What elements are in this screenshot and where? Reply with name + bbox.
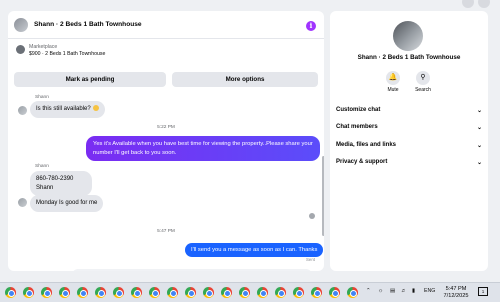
chrome-taskbar-icon[interactable]: [131, 287, 142, 298]
mark-as-pending-button[interactable]: Mark as pending: [14, 72, 166, 87]
name-text: Shann: [36, 184, 54, 191]
message-input[interactable]: Aa: [72, 269, 312, 271]
section-chat-members[interactable]: Chat members ⌄: [336, 124, 482, 134]
message-outgoing[interactable]: I'll send you a message as soon as I can…: [185, 243, 324, 257]
message-list: Shann Is this still available? 5:22 PM Y…: [8, 90, 324, 266]
browser-top-strip: [0, 0, 500, 8]
chrome-taskbar-icon[interactable]: [257, 287, 268, 298]
more-options-button[interactable]: More options: [172, 72, 318, 87]
timestamp: 5:22 PM: [157, 125, 175, 130]
mute-label: Mute: [387, 87, 399, 93]
contact-avatar-small: [18, 198, 27, 207]
timestamp: 5:47 PM: [157, 229, 175, 234]
sender-name: Shann: [35, 164, 49, 169]
search-icon[interactable]: ⚲: [416, 71, 430, 85]
notification-icon[interactable]: 1: [478, 287, 488, 296]
seen-avatar: [309, 213, 315, 219]
listing-title[interactable]: $900 · 2 Beds 1 Bath Townhouse: [29, 51, 105, 57]
section-media-files-links[interactable]: Media, files and links ⌄: [336, 142, 482, 152]
marketplace-banner: Marketplace $900 · 2 Beds 1 Bath Townhou…: [8, 40, 324, 72]
message-incoming[interactable]: Is this still available?: [30, 101, 105, 118]
mute-action[interactable]: 🔔 Mute: [378, 71, 408, 93]
sender-name: Shann: [35, 95, 49, 100]
chrome-taskbar-icon[interactable]: [203, 287, 214, 298]
chevron-down-icon: ⌄: [476, 125, 482, 131]
chrome-taskbar-icon[interactable]: [311, 287, 322, 298]
chevron-down-icon: ⌄: [476, 143, 482, 149]
phone-number-text: 860-780-2390: [36, 176, 74, 182]
chrome-taskbar-icon[interactable]: [5, 287, 16, 298]
language-indicator[interactable]: ENG: [424, 288, 435, 294]
chrome-taskbar-icon[interactable]: [167, 287, 178, 298]
bell-icon[interactable]: 🔔: [386, 71, 400, 85]
info-icon[interactable]: i: [306, 21, 316, 31]
volume-icon[interactable]: ♬: [401, 288, 407, 294]
listing-thumbnail[interactable]: [16, 45, 25, 54]
section-label: Privacy & support: [336, 159, 388, 165]
sent-status: Sent: [306, 257, 316, 262]
chrome-taskbar-icon[interactable]: [347, 287, 358, 298]
conversation-details-panel: Shann · 2 Beds 1 Bath Townhouse 🔔 Mute ⚲…: [330, 11, 488, 271]
composer: Aa: [8, 266, 324, 271]
section-label: Customize chat: [336, 107, 381, 113]
section-privacy-support[interactable]: Privacy & support ⌄: [336, 159, 482, 169]
message-incoming[interactable]: 860-780-2390 Shann: [30, 171, 92, 196]
chrome-taskbar-icon[interactable]: [329, 287, 340, 298]
message-incoming[interactable]: Monday Is good for me: [30, 195, 104, 212]
chat-window: Shann · 2 Beds 1 Bath Townhouse i Market…: [8, 11, 324, 271]
chrome-taskbar-icon[interactable]: [23, 287, 34, 298]
chrome-taskbar-icon[interactable]: [221, 287, 232, 298]
chrome-taskbar-icon[interactable]: [149, 287, 160, 298]
contact-avatar[interactable]: [13, 17, 29, 33]
chrome-taskbar-icon[interactable]: [185, 287, 196, 298]
section-label: Media, files and links: [336, 142, 397, 148]
network-icon[interactable]: ▤: [390, 288, 395, 294]
clock-date: 7/12/2025: [443, 293, 469, 299]
section-label: Chat members: [336, 124, 378, 130]
search-label: Search: [415, 87, 431, 93]
chat-header: Shann · 2 Beds 1 Bath Townhouse i: [8, 11, 324, 39]
chrome-taskbar-icon[interactable]: [293, 287, 304, 298]
chrome-taskbar-icon[interactable]: [41, 287, 52, 298]
scrollbar-thumb[interactable]: [322, 156, 324, 236]
smile-emoji-icon: [92, 105, 99, 111]
chrome-taskbar-icon[interactable]: [239, 287, 250, 298]
scrollbar[interactable]: [322, 90, 324, 262]
clock-time: 5:47 PM: [445, 286, 467, 292]
chrome-taskbar-icon[interactable]: [113, 287, 124, 298]
chevron-down-icon: ⌄: [476, 108, 482, 114]
chevron-down-icon: ⌄: [476, 160, 482, 166]
chrome-taskbar-icon[interactable]: [275, 287, 286, 298]
contact-profile-photo[interactable]: [393, 21, 423, 51]
edge-icon[interactable]: ☼: [378, 288, 383, 294]
chrome-taskbar-icon[interactable]: [95, 287, 106, 298]
marketplace-label: Marketplace: [29, 44, 58, 50]
message-outgoing[interactable]: Yes it's Available when you have best ti…: [86, 136, 320, 161]
chevron-up-icon[interactable]: ⌃: [366, 288, 371, 294]
system-clock[interactable]: 5:47 PM 7/12/2025: [441, 286, 471, 300]
section-customize-chat[interactable]: Customize chat ⌄: [336, 107, 482, 117]
chrome-taskbar-icon[interactable]: [59, 287, 70, 298]
message-text: Is this still available?: [36, 106, 91, 112]
profile-icon[interactable]: [462, 0, 474, 8]
battery-icon[interactable]: ▮: [412, 288, 415, 294]
search-action[interactable]: ⚲ Search: [408, 71, 438, 93]
conversation-title[interactable]: Shann · 2 Beds 1 Bath Townhouse: [34, 21, 142, 28]
details-title: Shann · 2 Beds 1 Bath Townhouse: [357, 54, 461, 61]
account-icon[interactable]: [478, 0, 490, 8]
windows-taskbar: ⌃ ☼ ▤ ♬ ▮ ENG 5:47 PM 7/12/2025 1: [0, 282, 500, 302]
chrome-taskbar-icon[interactable]: [77, 287, 88, 298]
contact-avatar-small: [18, 106, 27, 115]
